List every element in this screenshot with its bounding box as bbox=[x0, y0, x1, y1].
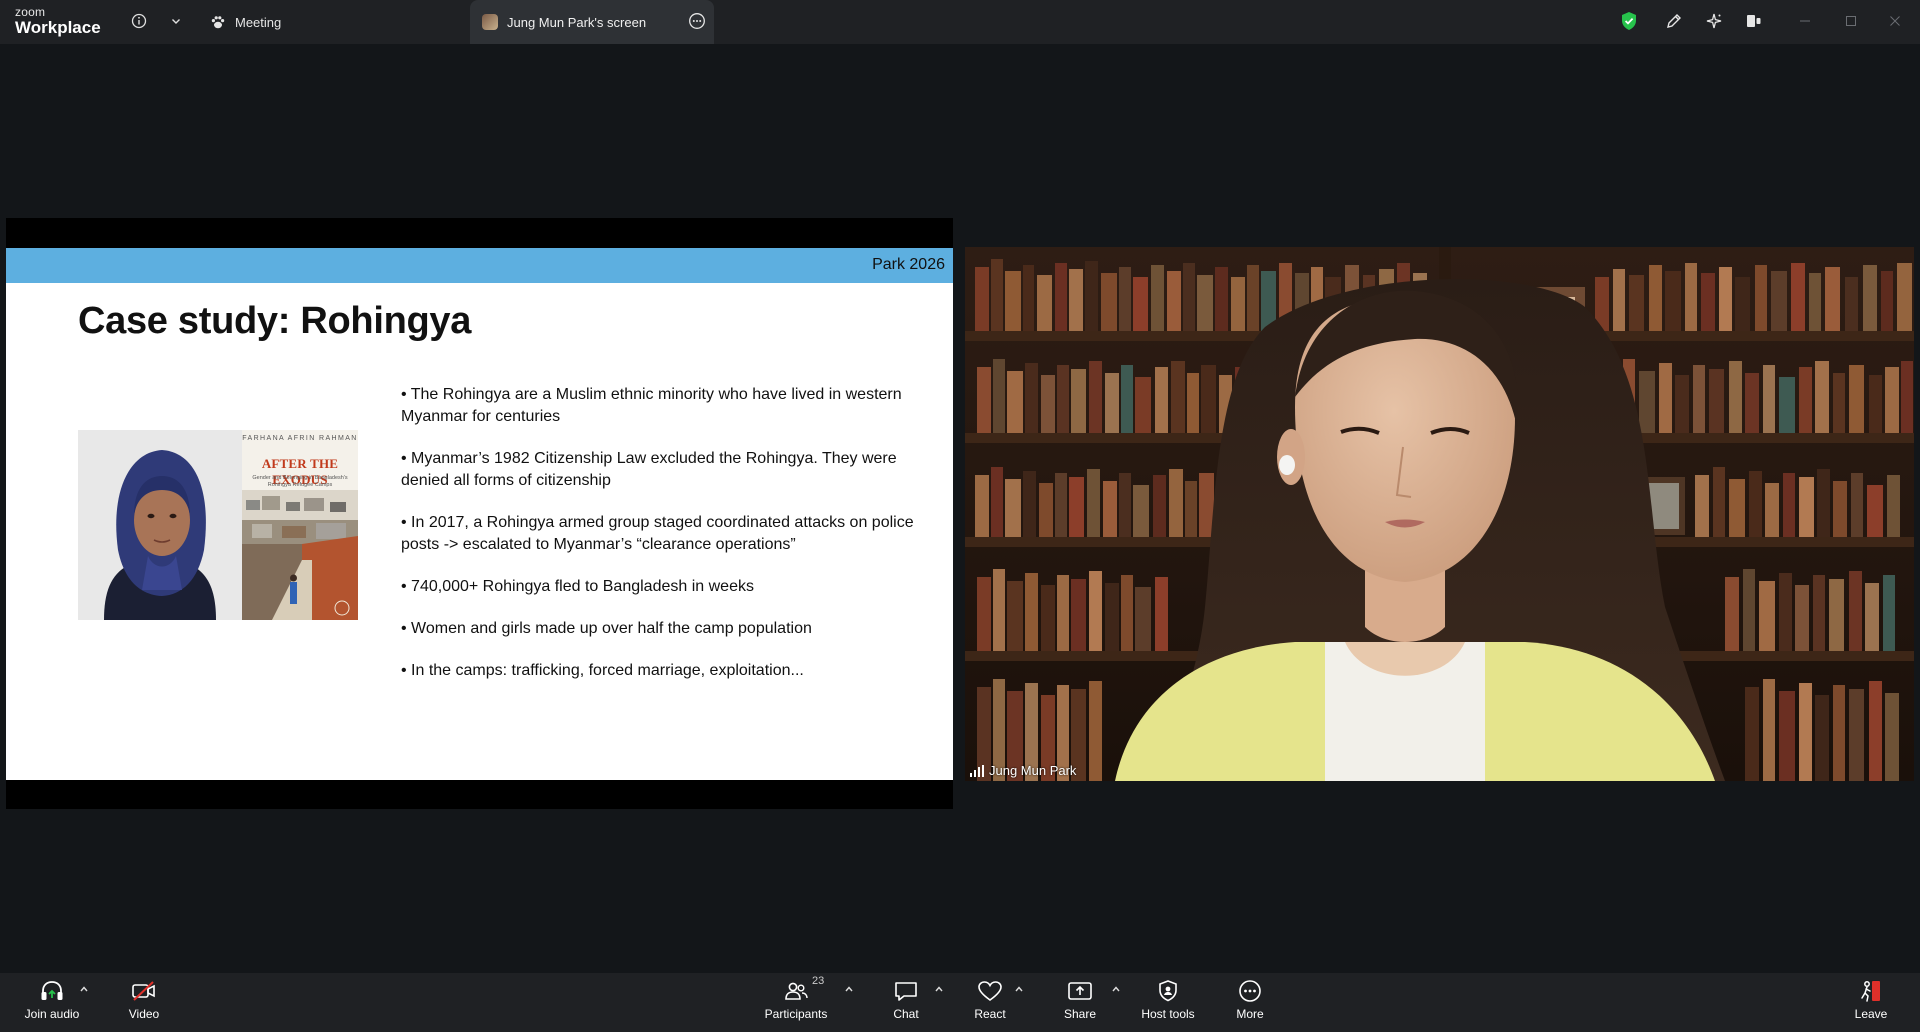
meeting-controls-toolbar: Join audio Video Participants 23 Chat Re… bbox=[0, 973, 1920, 1032]
participants-label: Participants bbox=[764, 1007, 828, 1021]
slide-bullet-list: • The Rohingya are a Muslim ethnic minor… bbox=[401, 384, 941, 702]
leave-button[interactable]: Leave bbox=[1831, 979, 1911, 1021]
audio-options-chevron-icon[interactable] bbox=[79, 985, 89, 996]
title-bar: zoom Workplace Meeting Jung Mun Park's s… bbox=[0, 0, 1920, 44]
share-upload-icon bbox=[1068, 982, 1092, 1000]
minimize-icon[interactable] bbox=[1792, 8, 1818, 34]
share-options-chevron-icon[interactable] bbox=[1111, 985, 1121, 996]
bullet-item: • Myanmar’s 1982 Citizenship Law exclude… bbox=[401, 450, 897, 489]
react-label: React bbox=[974, 1007, 1006, 1021]
tab-meeting-label: Meeting bbox=[235, 14, 282, 30]
bullet-item: • 740,000+ Rohingya fled to Bangladesh i… bbox=[401, 578, 754, 595]
more-icon bbox=[1239, 980, 1261, 1002]
book-cover-image: FARHANA AFRIN RAHMAN AFTER THE EXODUS Ge… bbox=[242, 430, 358, 620]
meeting-paw-icon bbox=[211, 16, 225, 29]
author-portrait-image bbox=[78, 430, 242, 620]
slide-header-bar: Park 2026 bbox=[6, 248, 953, 283]
more-options-icon[interactable] bbox=[688, 12, 706, 33]
participant-name-label: Jung Mun Park bbox=[970, 763, 1076, 778]
participants-options-chevron-icon[interactable] bbox=[844, 985, 854, 996]
chat-options-chevron-icon[interactable] bbox=[934, 985, 944, 996]
more-label: More bbox=[1236, 1007, 1264, 1021]
bullet-item: • The Rohingya are a Muslim ethnic minor… bbox=[401, 386, 902, 425]
bullet-item: • Women and girls made up over half the … bbox=[401, 620, 812, 637]
signal-strength-icon bbox=[970, 764, 984, 777]
video-button[interactable]: Video bbox=[104, 979, 184, 1021]
share-label: Share bbox=[1063, 1007, 1097, 1021]
apps-panel-icon[interactable] bbox=[1741, 8, 1767, 34]
host-tools-button[interactable]: Host tools bbox=[1128, 979, 1208, 1021]
leave-label: Leave bbox=[1854, 1007, 1888, 1021]
participant-video-tile[interactable]: Jung Mun Park bbox=[965, 247, 1914, 781]
close-icon[interactable] bbox=[1882, 8, 1908, 34]
host-shield-icon bbox=[1159, 980, 1177, 1002]
participants-icon bbox=[785, 982, 808, 1000]
headphones-icon bbox=[41, 981, 63, 1000]
brand-small: zoom bbox=[15, 5, 46, 19]
bullet-item: • In the camps: trafficking, forced marr… bbox=[401, 662, 804, 679]
ai-companion-icon[interactable] bbox=[1701, 8, 1727, 34]
participants-count-badge: 23 bbox=[812, 975, 825, 987]
chat-icon bbox=[895, 982, 917, 1001]
more-button[interactable]: More bbox=[1210, 979, 1290, 1021]
tab-shared-screen-label: Jung Mun Park's screen bbox=[507, 14, 647, 30]
chat-label: Chat bbox=[893, 1007, 919, 1021]
slide-title: Case study: Rohingya bbox=[78, 300, 472, 342]
share-button[interactable]: Share bbox=[1040, 979, 1120, 1021]
meeting-info-icon[interactable] bbox=[126, 8, 152, 34]
react-options-chevron-icon[interactable] bbox=[1014, 985, 1024, 996]
maximize-icon[interactable] bbox=[1838, 8, 1864, 34]
presentation-slide: Park 2026 Case study: Rohingya FARHANA A… bbox=[6, 248, 953, 780]
leave-door-icon bbox=[1861, 981, 1880, 1002]
chevron-down-icon[interactable] bbox=[163, 8, 189, 34]
avatar bbox=[482, 14, 498, 30]
tab-shared-screen[interactable]: Jung Mun Park's screen bbox=[470, 0, 714, 44]
heart-icon bbox=[978, 981, 1002, 1001]
video-label: Video bbox=[128, 1007, 160, 1021]
video-off-icon bbox=[132, 981, 155, 1001]
tab-meeting[interactable]: Meeting bbox=[210, 0, 281, 44]
participant-video-feed bbox=[965, 247, 1914, 781]
host-tools-label: Host tools bbox=[1141, 1007, 1195, 1021]
slide-credit: Park 2026 bbox=[872, 256, 945, 273]
bullet-item: • In 2017, a Rohingya armed group staged… bbox=[401, 514, 914, 553]
join-audio-label: Join audio bbox=[24, 1007, 80, 1021]
app-logo: zoom Workplace bbox=[15, 6, 101, 36]
book-author: FARHANA AFRIN RAHMAN bbox=[242, 435, 358, 442]
brand-large: Workplace bbox=[15, 18, 101, 37]
annotate-pen-icon[interactable] bbox=[1661, 8, 1687, 34]
participant-name: Jung Mun Park bbox=[989, 763, 1077, 778]
book-subtitle: Gender and Belonging in Bangladesh's Roh… bbox=[252, 475, 348, 488]
shared-screen[interactable]: Park 2026 Case study: Rohingya FARHANA A… bbox=[6, 218, 953, 809]
security-shield-icon[interactable] bbox=[1616, 8, 1642, 34]
